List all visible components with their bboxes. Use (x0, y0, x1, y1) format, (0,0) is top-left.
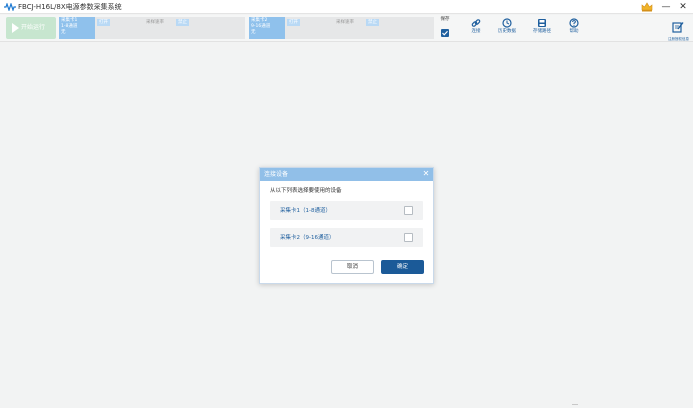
storage-label: 存储路径 (533, 29, 551, 34)
history-data-button[interactable]: 历史数据 (493, 18, 521, 35)
card1-tile[interactable]: 采集卡1 1-8通道 无 (59, 17, 95, 39)
register-label: 注册授权信息 (668, 37, 689, 41)
device-checkbox-card1[interactable] (404, 206, 413, 215)
crown-icon[interactable] (641, 2, 653, 12)
help-icon (569, 18, 579, 28)
app-logo-icon (4, 3, 16, 11)
status-divider (572, 404, 578, 405)
start-run-label: 开始运行 (21, 24, 46, 31)
card1-open-tag[interactable]: 打开 (97, 19, 110, 26)
card2-open-tag[interactable]: 打开 (287, 19, 300, 26)
connect-label: 连接 (471, 29, 481, 34)
history-icon (502, 18, 512, 28)
close-window-button[interactable]: ✕ (675, 0, 691, 14)
connect-device-dialog: 连接设备 ✕ 从以下列表选择要使用的设备 采集卡1（1-8通道） 采集卡2（9-… (259, 167, 434, 284)
device-label-card2: 采集卡2（9-16通道） (280, 235, 335, 241)
save-option: 保存 (438, 17, 452, 37)
cancel-button[interactable]: 取消 (331, 260, 374, 274)
storage-path-button[interactable]: 存储路径 (528, 18, 556, 35)
checkmark-icon (442, 30, 448, 36)
device-checkbox-card2[interactable] (404, 233, 413, 242)
ok-button[interactable]: 确定 (381, 260, 424, 274)
dialog-prompt: 从以下列表选择要使用的设备 (270, 188, 342, 194)
card2-tile[interactable]: 采集卡2 9-16通道 无 (249, 17, 285, 39)
save-checkbox[interactable] (441, 29, 449, 37)
dialog-header: 连接设备 ✕ (260, 168, 433, 181)
card2-status: 无 (251, 30, 256, 35)
register-edit-icon (672, 22, 684, 33)
window-title: FBCJ-H16L/8X电源参数采集系统 (18, 3, 122, 11)
device-label-card1: 采集卡1（1-8通道） (280, 208, 331, 214)
minimize-button[interactable]: — (658, 0, 674, 14)
play-icon (12, 23, 19, 33)
card2-panel: 采集卡2 9-16通道 无 打开 采样速率 禁止 (249, 17, 434, 39)
card2-disable-tag[interactable]: 禁止 (366, 19, 379, 26)
card2-rate-label: 采样速率 (336, 20, 354, 25)
card1-panel: 采集卡1 1-8通道 无 打开 采样速率 禁止 (59, 17, 245, 39)
help-label: 帮助 (569, 29, 579, 34)
connect-button[interactable]: 连接 (462, 18, 490, 35)
title-bar: FBCJ-H16L/8X电源参数采集系统 — ✕ (0, 0, 693, 14)
dialog-title: 连接设备 (264, 171, 289, 178)
link-icon (471, 19, 481, 27)
toolbar: 开始运行 采集卡1 1-8通道 无 打开 采样速率 禁止 采集卡2 9-16通道… (0, 15, 693, 42)
start-run-button[interactable]: 开始运行 (6, 17, 56, 39)
storage-icon (538, 19, 546, 27)
device-row-card1[interactable]: 采集卡1（1-8通道） (270, 201, 423, 220)
card1-rate-label: 采样速率 (146, 20, 164, 25)
history-label: 历史数据 (498, 29, 516, 34)
device-row-card2[interactable]: 采集卡2（9-16通道） (270, 228, 423, 247)
card1-disable-tag[interactable]: 禁止 (176, 19, 189, 26)
help-button[interactable]: 帮助 (560, 18, 588, 35)
save-label: 保存 (440, 17, 450, 22)
dialog-close-icon[interactable]: ✕ (421, 169, 431, 179)
register-button[interactable]: 注册授权信息 (668, 18, 689, 42)
card1-status: 无 (61, 30, 66, 35)
